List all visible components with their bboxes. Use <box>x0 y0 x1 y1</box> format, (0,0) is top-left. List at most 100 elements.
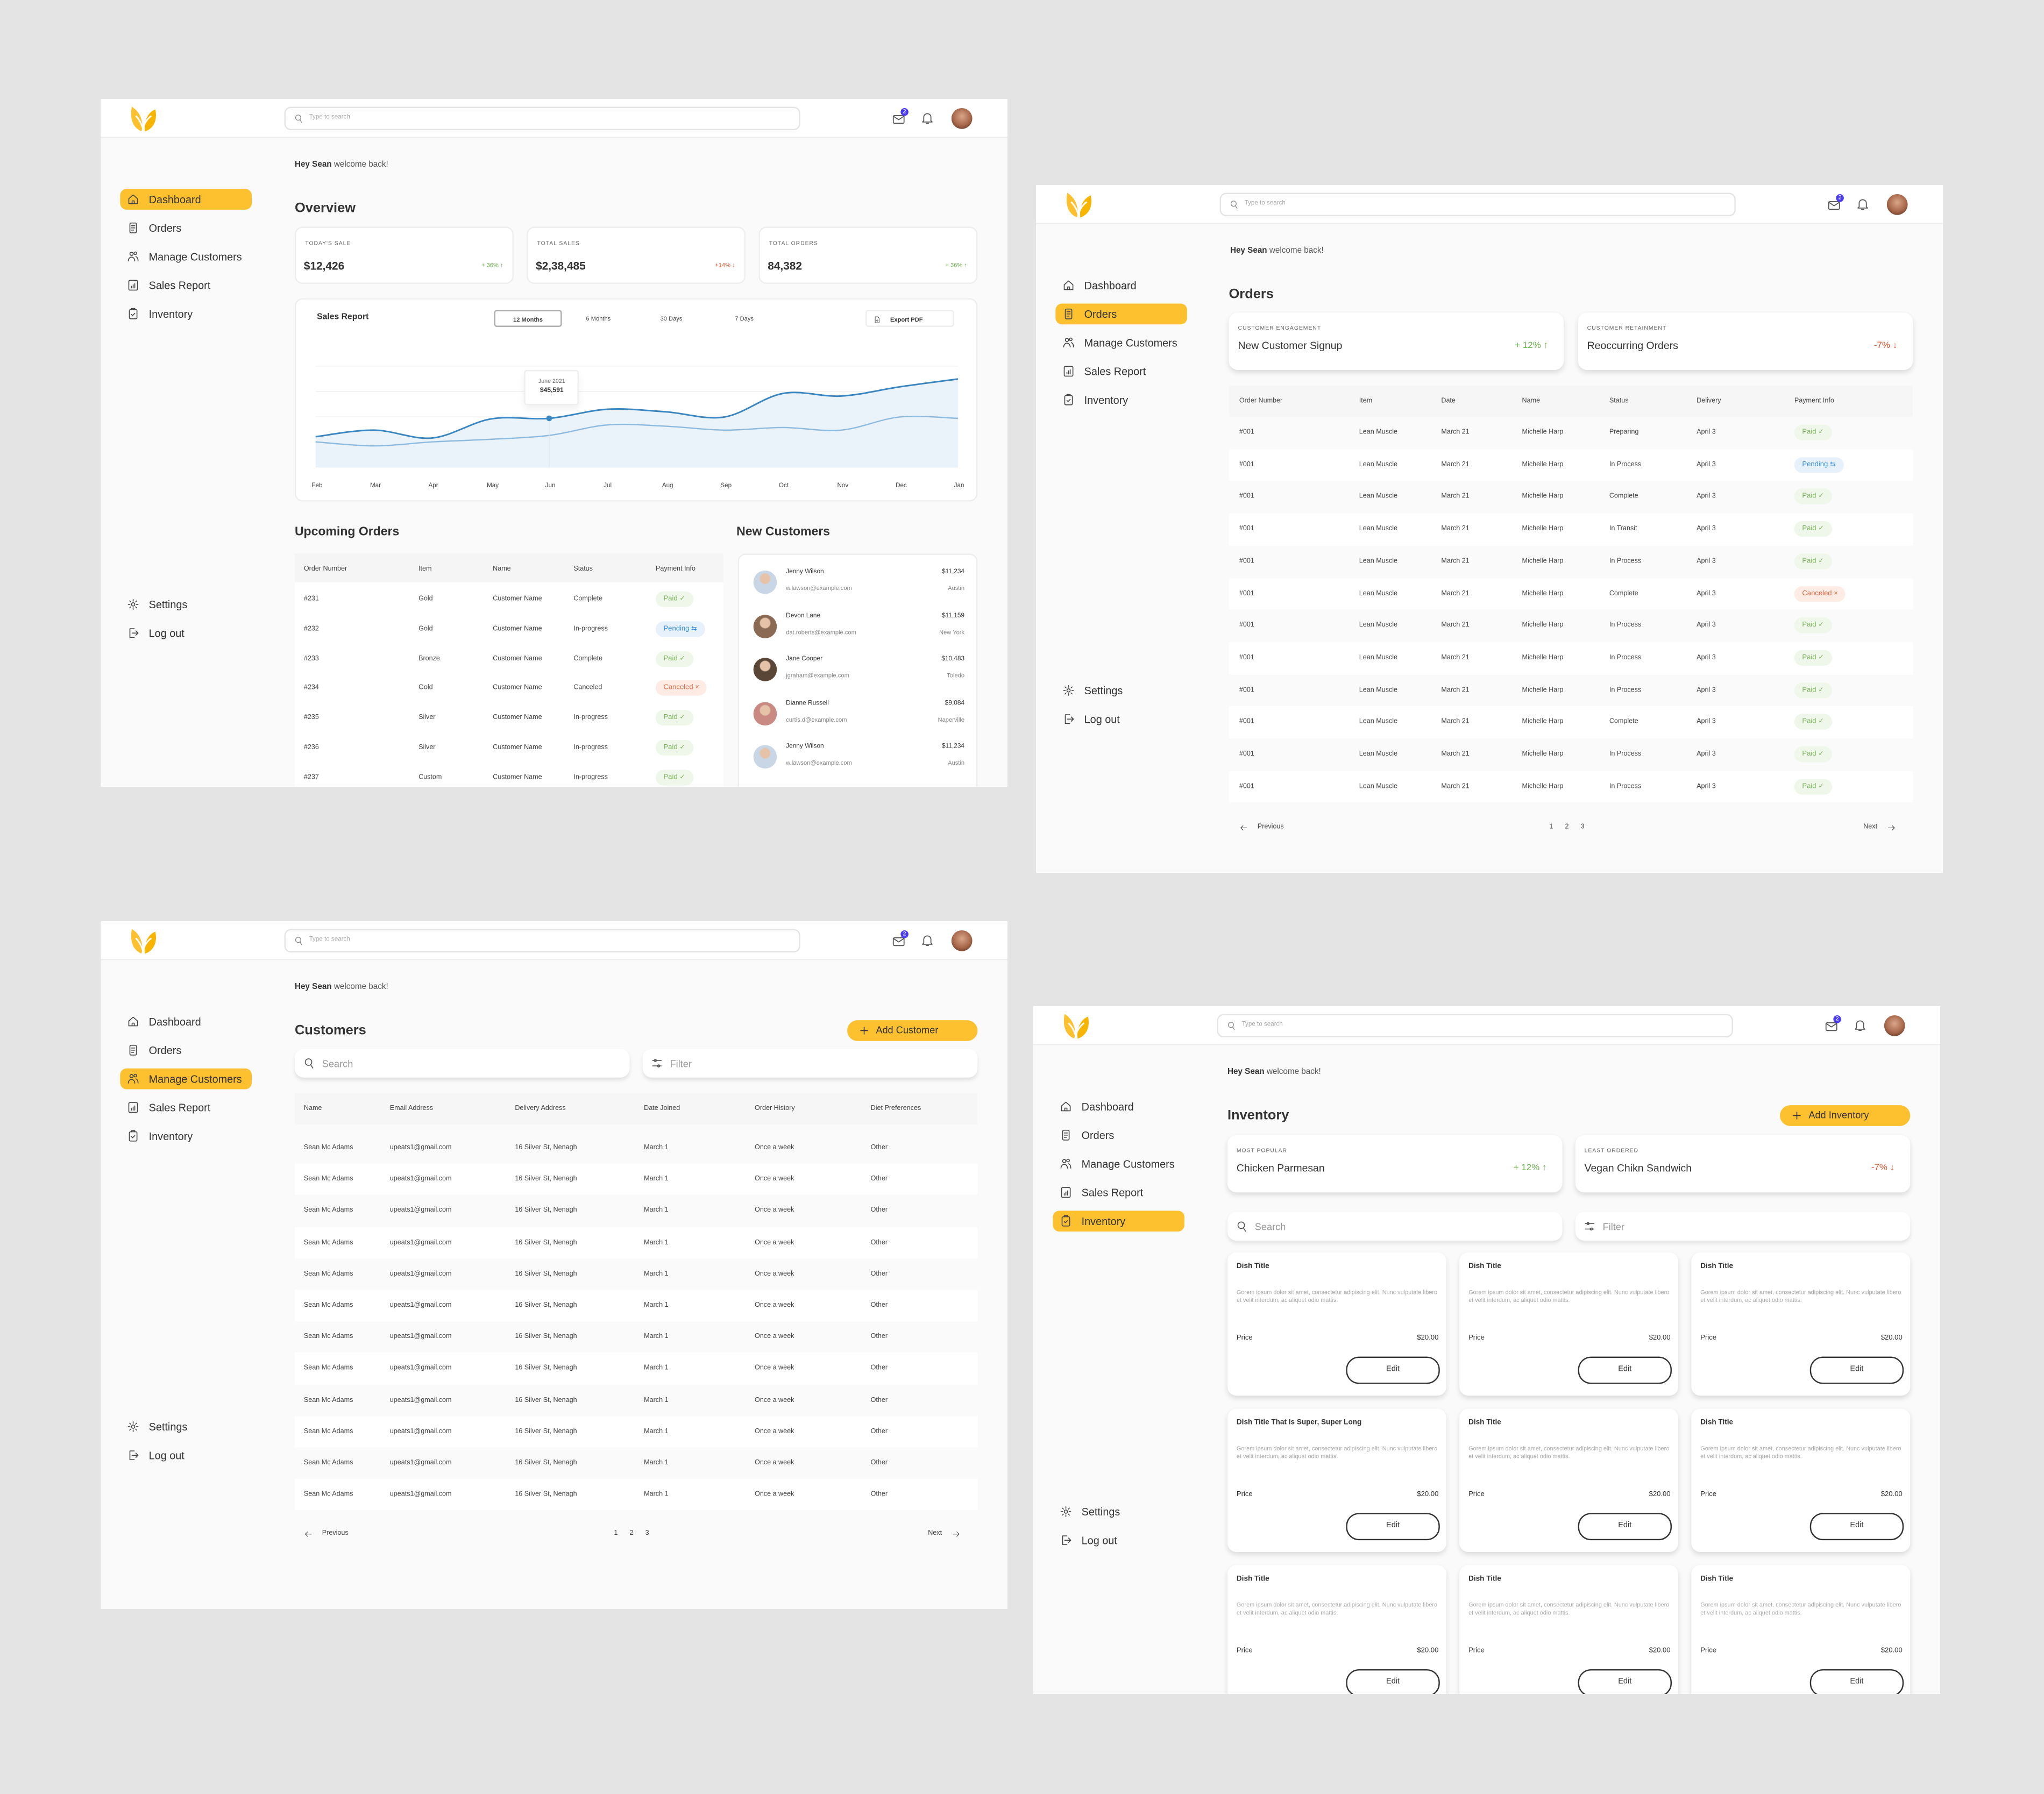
bell-icon[interactable] <box>1856 197 1870 211</box>
table-row[interactable]: #234 Gold Customer Name Canceled Canceled × <box>295 677 723 700</box>
customer-list-item[interactable]: Devon Lane dat.roberts@example.com $11,159… <box>739 610 979 647</box>
table-row[interactable]: Sean Mc Adams upeats1@gmail.com 16 Silver … <box>294 1227 978 1258</box>
sidebar-item-dashboard[interactable]: Dashboard <box>1055 275 1187 296</box>
sidebar-item-orders[interactable]: Orders <box>120 217 252 238</box>
search-input[interactable]: Type to search <box>1217 1014 1733 1038</box>
avatar[interactable] <box>1884 1015 1905 1036</box>
bell-icon[interactable] <box>920 111 935 125</box>
sidebar-item-orders[interactable]: Orders <box>1053 1124 1184 1145</box>
page-number[interactable]: 2 <box>1565 823 1569 831</box>
sidebar-item-dashboard[interactable]: Dashboard <box>1053 1096 1184 1117</box>
add-customer-button[interactable]: Add Customer <box>847 1020 978 1041</box>
bell-icon[interactable] <box>920 933 935 948</box>
edit-button[interactable]: Edit <box>1809 1669 1904 1695</box>
table-row[interactable]: Sean Mc Adams upeats1@gmail.com 16 Silver … <box>294 1352 978 1385</box>
sidebar-item-log-out[interactable]: Log out <box>120 1445 252 1466</box>
export-pdf-button[interactable]: Export PDF <box>865 310 954 327</box>
sidebar-item-manage-customers[interactable]: Manage Customers <box>120 1068 252 1090</box>
sidebar-item-orders[interactable]: Orders <box>120 1040 252 1060</box>
edit-button[interactable]: Edit <box>1346 1513 1440 1541</box>
table-row[interactable]: #001 Lean Muscle March 21 Michelle Harp Comp… <box>1229 706 1913 739</box>
table-row[interactable]: #001 Lean Muscle March 21 Michelle Harp In P… <box>1229 610 1913 642</box>
table-row[interactable]: Sean Mc Adams upeats1@gmail.com 16 Silver … <box>294 1416 978 1448</box>
customer-list-item[interactable]: Jenny Wilson w.lawson@example.com $11,234 A… <box>739 741 979 778</box>
sidebar-item-settings[interactable]: Settings <box>1055 680 1187 701</box>
sidebar-item-inventory[interactable]: Inventory <box>1053 1211 1184 1232</box>
edit-button[interactable]: Edit <box>1578 1669 1672 1695</box>
table-row[interactable]: Sean Mc Adams upeats1@gmail.com 16 Silver … <box>294 1195 978 1227</box>
search-input[interactable]: Type to search <box>284 106 800 131</box>
next-button[interactable]: Next <box>928 1529 960 1537</box>
sidebar-item-sales-report[interactable]: Sales Report <box>1053 1182 1184 1203</box>
range-tab-30-days[interactable]: 30 Days <box>637 310 705 326</box>
filter-field[interactable]: Filter <box>642 1049 978 1078</box>
avatar[interactable] <box>951 930 973 951</box>
page-number[interactable]: 3 <box>645 1529 649 1537</box>
table-row[interactable]: #001 Lean Muscle March 21 Michelle Harp Comp… <box>1229 481 1913 514</box>
table-row[interactable]: #001 Lean Muscle March 21 Michelle Harp In P… <box>1229 674 1913 707</box>
table-row[interactable]: Sean Mc Adams upeats1@gmail.com 16 Silver … <box>294 1258 978 1290</box>
sidebar-item-dashboard[interactable]: Dashboard <box>120 1011 252 1032</box>
table-row[interactable]: Sean Mc Adams upeats1@gmail.com 16 Silver … <box>294 1384 978 1416</box>
table-row[interactable]: Sean Mc Adams upeats1@gmail.com 16 Silver … <box>294 1479 978 1511</box>
table-row[interactable]: #235 Silver Customer Name In-progress Paid ✓ <box>295 706 723 730</box>
range-tab-12-months[interactable]: 12 Months <box>494 310 562 327</box>
range-tab-7-days[interactable]: 7 Days <box>711 310 778 326</box>
filter-field[interactable]: Filter <box>1575 1212 1911 1241</box>
edit-button[interactable]: Edit <box>1578 1513 1672 1541</box>
edit-button[interactable]: Edit <box>1346 1669 1440 1695</box>
previous-button[interactable]: Previous <box>1239 823 1284 831</box>
table-row[interactable]: #236 Silver Customer Name In-progress Paid ✓ <box>295 736 723 760</box>
table-row[interactable]: #001 Lean Muscle March 21 Michelle Harp Comp… <box>1229 578 1913 610</box>
table-row[interactable]: #231 Gold Customer Name Complete Paid ✓ <box>295 587 723 611</box>
range-tab-6-months[interactable]: 6 Months <box>564 310 632 326</box>
bell-icon[interactable] <box>1853 1018 1868 1033</box>
next-button[interactable]: Next <box>1863 823 1896 831</box>
edit-button[interactable]: Edit <box>1809 1513 1904 1541</box>
page-number[interactable]: 3 <box>1581 823 1585 831</box>
sidebar-item-sales-report[interactable]: Sales Report <box>120 1097 252 1118</box>
sidebar-item-log-out[interactable]: Log out <box>120 623 252 644</box>
sidebar-item-settings[interactable]: Settings <box>120 1416 252 1437</box>
sidebar-item-dashboard[interactable]: Dashboard <box>120 189 252 210</box>
sidebar-item-settings[interactable]: Settings <box>120 594 252 615</box>
sidebar-item-inventory[interactable]: Inventory <box>120 303 252 324</box>
table-row[interactable]: #232 Gold Customer Name In-progress Pending … <box>295 617 723 641</box>
sidebar-item-inventory[interactable]: Inventory <box>1055 389 1187 410</box>
sidebar-item-manage-customers[interactable]: Manage Customers <box>1055 332 1187 353</box>
table-row[interactable]: Sean Mc Adams upeats1@gmail.com 16 Silver … <box>294 1447 978 1479</box>
table-row[interactable]: #001 Lean Muscle March 21 Michelle Harp In P… <box>1229 771 1913 803</box>
sidebar-item-orders[interactable]: Orders <box>1055 303 1187 325</box>
table-row[interactable]: #237 Custom Customer Name In-progress Paid ✓ <box>295 766 723 787</box>
table-row[interactable]: #001 Lean Muscle March 21 Michelle Harp In P… <box>1229 642 1913 674</box>
search-field[interactable]: Search <box>294 1049 630 1078</box>
customer-list-item[interactable]: Jane Cooper jgraham@example.com $10,483 Tol… <box>739 654 979 690</box>
table-row[interactable]: #001 Lean Muscle March 21 Michelle Harp In P… <box>1229 738 1913 771</box>
edit-button[interactable]: Edit <box>1346 1356 1440 1384</box>
sidebar-item-settings[interactable]: Settings <box>1053 1501 1184 1522</box>
sidebar-item-sales-report[interactable]: Sales Report <box>1055 361 1187 382</box>
page-number[interactable]: 1 <box>1549 823 1553 831</box>
page-number[interactable]: 1 <box>614 1529 618 1537</box>
table-row[interactable]: #001 Lean Muscle March 21 Michelle Harp In P… <box>1229 545 1913 578</box>
table-row[interactable]: Sean Mc Adams upeats1@gmail.com 16 Silver … <box>294 1290 978 1322</box>
avatar[interactable] <box>1886 194 1908 215</box>
page-number[interactable]: 2 <box>629 1529 633 1537</box>
search-field[interactable]: Search <box>1227 1212 1563 1241</box>
edit-button[interactable]: Edit <box>1809 1356 1904 1384</box>
sidebar-item-log-out[interactable]: Log out <box>1053 1530 1184 1551</box>
sidebar-item-inventory[interactable]: Inventory <box>120 1126 252 1147</box>
search-input[interactable]: Type to search <box>284 929 800 953</box>
sidebar-item-manage-customers[interactable]: Manage Customers <box>120 246 252 267</box>
table-row[interactable]: #233 Bronze Customer Name Complete Paid ✓ <box>295 647 723 671</box>
table-row[interactable]: Sean Mc Adams upeats1@gmail.com 16 Silver … <box>294 1132 978 1164</box>
sidebar-item-manage-customers[interactable]: Manage Customers <box>1053 1154 1184 1174</box>
sidebar-item-log-out[interactable]: Log out <box>1055 709 1187 730</box>
table-row[interactable]: #001 Lean Muscle March 21 Michelle Harp In T… <box>1229 513 1913 546</box>
table-row[interactable]: #001 Lean Muscle March 21 Michelle Harp In P… <box>1229 448 1913 481</box>
table-row[interactable]: Sean Mc Adams upeats1@gmail.com 16 Silver … <box>294 1164 978 1195</box>
edit-button[interactable]: Edit <box>1578 1356 1672 1384</box>
previous-button[interactable]: Previous <box>304 1529 349 1537</box>
sidebar-item-sales-report[interactable]: Sales Report <box>120 275 252 296</box>
customer-list-item[interactable]: Jenny Wilson w.lawson@example.com $11,234 A… <box>739 567 979 603</box>
